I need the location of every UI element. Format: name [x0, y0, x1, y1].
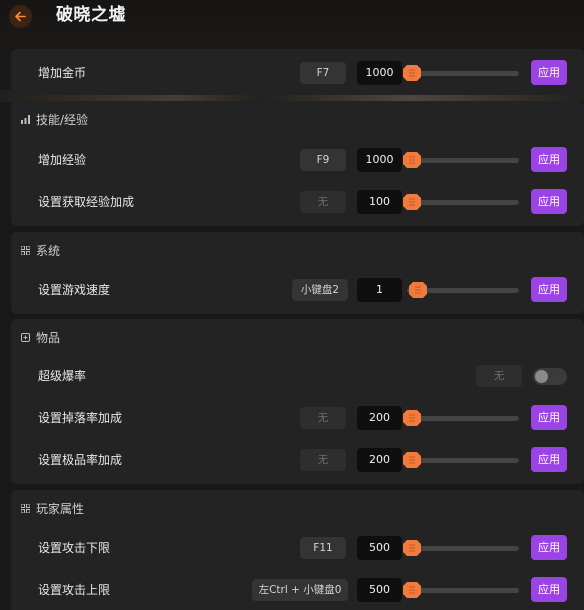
apply-button[interactable]: 应用 — [531, 535, 567, 560]
hotkey-button[interactable]: 无 — [300, 191, 346, 213]
slider-thumb[interactable] — [403, 582, 421, 598]
option-label: 增加经验 — [38, 153, 87, 167]
section-header: 玩家属性 — [11, 490, 584, 526]
slider-thumb[interactable] — [403, 65, 421, 81]
value-input[interactable]: 500 — [357, 536, 402, 560]
section-player-attributes: 玩家属性 设置攻击下限 F11 500 应用 设置攻击上限 左Ctrl + 小键… — [11, 490, 584, 610]
back-button[interactable] — [9, 5, 32, 28]
section-title: 玩家属性 — [36, 501, 85, 516]
option-row-exp-bonus: 设置获取经验加成 无 100 应用 — [11, 188, 584, 216]
hotkey-button[interactable]: F11 — [300, 537, 346, 559]
section-items: 物品 超级爆率 无 设置掉落率加成 无 200 应用 设置极品率加成 无 200… — [11, 319, 584, 484]
value-input[interactable]: 500 — [357, 578, 402, 602]
hotkey-button[interactable]: 无 — [476, 365, 522, 387]
value-input[interactable]: 1 — [357, 278, 402, 302]
section-skill-exp: 技能/经验 增加经验 F9 1000 应用 设置获取经验加成 无 100 应用 — [11, 101, 584, 226]
slider-thumb[interactable] — [403, 540, 421, 556]
apply-button[interactable]: 应用 — [531, 189, 567, 214]
section-system: 系统 设置游戏速度 小键盘2 1 应用 — [11, 232, 584, 314]
slider-track[interactable] — [407, 200, 519, 205]
slider-track[interactable] — [407, 588, 519, 593]
toggle-switch[interactable] — [533, 368, 567, 385]
option-label: 设置游戏速度 — [38, 283, 111, 297]
grid-icon — [21, 245, 30, 255]
slider-thumb[interactable] — [403, 194, 421, 210]
option-row-super-drop: 超级爆率 无 — [11, 362, 584, 390]
slider-track[interactable] — [407, 71, 519, 76]
slider-thumb[interactable] — [403, 152, 421, 168]
back-arrow-icon — [15, 11, 26, 22]
apply-button[interactable]: 应用 — [531, 577, 567, 602]
hotkey-button[interactable]: F9 — [300, 149, 346, 171]
hotkey-button[interactable]: F7 — [300, 62, 346, 84]
hotkey-button[interactable]: 无 — [300, 449, 346, 471]
option-row-game-speed: 设置游戏速度 小键盘2 1 应用 — [11, 276, 584, 304]
slider-track[interactable] — [407, 416, 519, 421]
grid-icon — [21, 503, 30, 513]
option-row-attack-max: 设置攻击上限 左Ctrl + 小键盘0 500 应用 — [11, 576, 584, 604]
apply-button[interactable]: 应用 — [531, 277, 567, 302]
hotkey-button[interactable]: 左Ctrl + 小键盘0 — [252, 579, 348, 601]
apply-button[interactable]: 应用 — [531, 60, 567, 85]
value-input[interactable]: 1000 — [357, 61, 402, 85]
section-title: 物品 — [36, 330, 61, 345]
slider-track[interactable] — [407, 546, 519, 551]
slider-thumb[interactable] — [403, 410, 421, 426]
app-header: 破晓之墟 — [0, 0, 584, 48]
section-currency: 增加金币 F7 1000 应用 — [11, 49, 584, 95]
apply-button[interactable]: 应用 — [531, 405, 567, 430]
section-header: 物品 — [11, 319, 584, 355]
section-header: 技能/经验 — [11, 101, 584, 137]
value-input[interactable]: 1000 — [357, 148, 402, 172]
option-row-drop-bonus: 设置掉落率加成 无 200 应用 — [11, 404, 584, 432]
value-input[interactable]: 200 — [357, 406, 402, 430]
slider-thumb[interactable] — [403, 452, 421, 468]
option-label: 设置攻击上限 — [38, 583, 111, 597]
value-input[interactable]: 200 — [357, 448, 402, 472]
option-row-attack-min: 设置攻击下限 F11 500 应用 — [11, 534, 584, 562]
hotkey-button[interactable]: 无 — [300, 407, 346, 429]
hotkey-button[interactable]: 小键盘2 — [292, 279, 348, 301]
section-header: 系统 — [11, 232, 584, 268]
option-label: 超级爆率 — [38, 369, 87, 383]
option-row-add-gold: 增加金币 F7 1000 应用 — [11, 59, 584, 87]
section-title: 技能/经验 — [36, 112, 89, 127]
slider-track[interactable] — [407, 458, 519, 463]
page-title: 破晓之墟 — [56, 5, 126, 25]
option-label: 设置极品率加成 — [38, 453, 123, 467]
toggle-knob — [535, 370, 548, 383]
option-label: 增加金币 — [38, 66, 87, 80]
option-label: 设置掉落率加成 — [38, 411, 123, 425]
option-label: 设置攻击下限 — [38, 541, 111, 555]
option-label: 设置获取经验加成 — [38, 195, 135, 209]
slider-track[interactable] — [407, 158, 519, 163]
item-box-icon — [21, 332, 30, 342]
value-input[interactable]: 100 — [357, 190, 402, 214]
apply-button[interactable]: 应用 — [531, 147, 567, 172]
apply-button[interactable]: 应用 — [531, 447, 567, 472]
slider-thumb[interactable] — [408, 282, 427, 298]
bar-chart-icon — [21, 114, 30, 124]
option-row-rare-bonus: 设置极品率加成 无 200 应用 — [11, 446, 584, 474]
section-title: 系统 — [36, 243, 61, 258]
option-row-add-exp: 增加经验 F9 1000 应用 — [11, 146, 584, 174]
